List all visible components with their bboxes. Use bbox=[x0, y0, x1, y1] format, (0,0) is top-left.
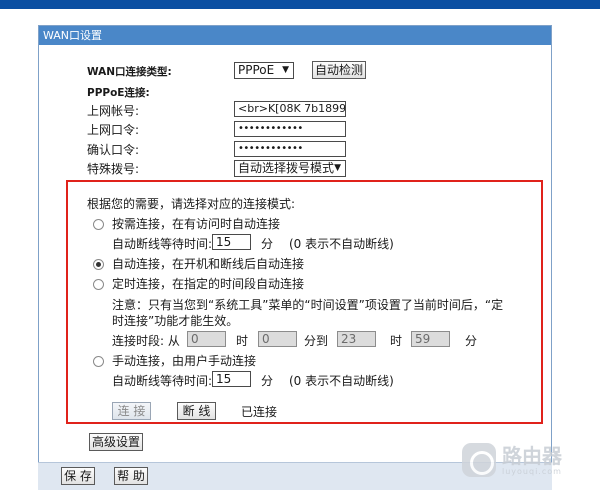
scheduled-connect-label: 定时连接，在指定的时间段自动连接 bbox=[112, 277, 305, 291]
confirm-password-label: 确认口令: bbox=[87, 143, 140, 157]
auto-detect-button[interactable]: 自动检测 bbox=[312, 61, 366, 79]
idle-time-label-2: 自动断线等待时间: bbox=[112, 374, 213, 388]
idle-hint-2: (0 表示不自动断线) bbox=[289, 374, 394, 388]
connect-button[interactable]: 连 接 bbox=[112, 402, 151, 420]
scheduled-connect-radio[interactable] bbox=[93, 279, 104, 290]
help-button[interactable]: 帮 助 bbox=[114, 467, 148, 485]
idle-time-input-2[interactable]: 15 bbox=[212, 371, 251, 387]
disconnect-button[interactable]: 断 线 bbox=[177, 402, 216, 420]
on-demand-radio[interactable] bbox=[93, 219, 104, 230]
special-dial-label: 特殊拨号: bbox=[87, 162, 140, 176]
advanced-settings-button[interactable]: 高级设置 bbox=[89, 433, 143, 451]
chevron-down-icon: ▼ bbox=[282, 65, 289, 75]
router-logo-icon bbox=[462, 443, 496, 477]
note-line-1: 注意：只有当您到“系统工具”菜单的“时间设置”项设置了当前时间后，“定 bbox=[112, 298, 504, 312]
from-minute-input[interactable]: 0 bbox=[258, 331, 297, 347]
panel-title: WAN口设置 bbox=[39, 26, 551, 45]
connection-status: 已连接 bbox=[241, 405, 278, 419]
manual-connect-label: 手动连接，由用户手动连接 bbox=[112, 354, 257, 368]
save-button[interactable]: 保 存 bbox=[61, 467, 95, 485]
special-dial-select[interactable]: 自动选择拨号模式 ▼ bbox=[234, 160, 346, 177]
account-label: 上网帐号: bbox=[87, 104, 140, 118]
idle-time-input-1[interactable]: 15 bbox=[212, 234, 251, 250]
auto-connect-radio[interactable] bbox=[93, 259, 104, 270]
to-hour-input[interactable]: 23 bbox=[337, 331, 376, 347]
chevron-down-icon: ▼ bbox=[334, 163, 341, 173]
idle-hint-1: (0 表示不自动断线) bbox=[289, 237, 394, 251]
watermark: 路由器 luyouqi.com bbox=[462, 443, 562, 477]
on-demand-label: 按需连接，在有访问时自动连接 bbox=[112, 217, 281, 231]
note-line-2: 时连接”功能才能生效。 bbox=[112, 314, 239, 328]
auto-connect-label: 自动连接，在开机和断线后自动连接 bbox=[112, 257, 305, 271]
manual-connect-radio[interactable] bbox=[93, 356, 104, 367]
minute-to-label: 分到 bbox=[304, 334, 329, 348]
idle-unit-2: 分 bbox=[261, 374, 274, 388]
mode-prompt: 根据您的需要，请选择对应的连接模式: bbox=[87, 197, 296, 211]
wan-type-select[interactable]: PPPoE ▼ bbox=[234, 62, 294, 79]
watermark-title: 路由器 bbox=[502, 443, 562, 468]
watermark-subtitle: luyouqi.com bbox=[502, 466, 562, 476]
account-input[interactable]: <br>K[08K 7b189960 bbox=[234, 101, 346, 117]
period-label: 连接时段: 从 bbox=[112, 334, 180, 348]
to-minute-input[interactable]: 59 bbox=[411, 331, 450, 347]
hour-unit-1: 时 bbox=[236, 334, 249, 348]
pppoe-section-label: PPPoE连接: bbox=[87, 87, 150, 99]
password-label: 上网口令: bbox=[87, 123, 140, 137]
password-input[interactable]: •••••••••••• bbox=[234, 121, 346, 137]
confirm-password-input[interactable]: •••••••••••• bbox=[234, 141, 346, 157]
from-hour-input[interactable]: 0 bbox=[187, 331, 226, 347]
idle-unit-1: 分 bbox=[261, 237, 274, 251]
minute-unit: 分 bbox=[465, 334, 478, 348]
wan-type-label: WAN口连接类型: bbox=[87, 66, 172, 78]
idle-time-label-1: 自动断线等待时间: bbox=[112, 237, 213, 251]
hour-unit-2: 时 bbox=[390, 334, 403, 348]
top-bar bbox=[0, 0, 600, 9]
